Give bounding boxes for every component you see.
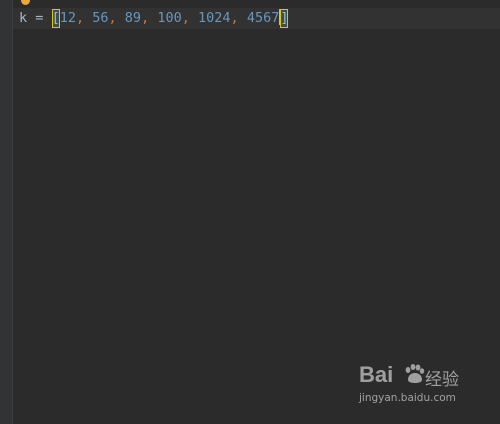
assign-operator: = xyxy=(35,10,44,26)
list-number: 100 xyxy=(157,10,182,26)
list-number: 4567 xyxy=(246,10,280,26)
list-comma: , xyxy=(108,10,117,26)
list-comma: , xyxy=(75,10,85,26)
code-editor[interactable]: k = [12, 56, 89, 100, 1024, 4567] Bai 经验… xyxy=(0,0,500,424)
list-number: 89 xyxy=(124,10,142,26)
intention-bulb-icon[interactable] xyxy=(21,0,30,5)
line-gutter xyxy=(0,0,13,424)
list-number: 56 xyxy=(92,10,109,26)
list-comma: , xyxy=(230,10,239,26)
close-bracket: ] xyxy=(280,9,289,28)
watermark-url: jingyan.baidu.com xyxy=(359,392,456,404)
baidu-paw-icon xyxy=(405,364,425,383)
list-number: 12 xyxy=(59,10,76,26)
watermark-logo-text: Bai xyxy=(359,362,394,387)
watermark-cn-text: 经验 xyxy=(425,370,459,390)
variable-name: k xyxy=(19,10,28,26)
list-number: 1024 xyxy=(198,10,231,26)
baidu-jingyan-watermark: Bai 经验 jingyan.baidu.com xyxy=(359,362,474,410)
list-comma: , xyxy=(141,10,150,26)
list-comma: , xyxy=(181,10,190,26)
code-line[interactable]: k = [12, 56, 89, 100, 1024, 4567] xyxy=(19,9,289,28)
open-bracket: [ xyxy=(51,9,60,28)
